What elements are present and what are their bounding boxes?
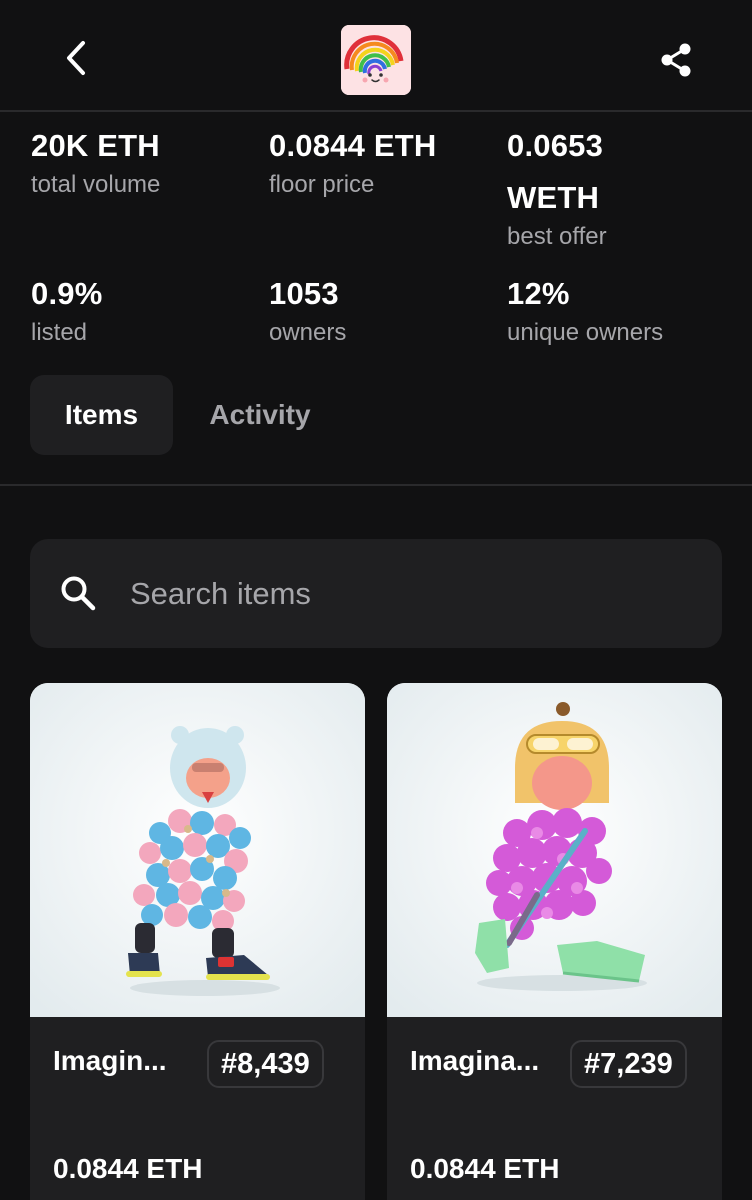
tab-activity[interactable]: Activity xyxy=(185,375,335,455)
stat-value: 0.0844 ETH xyxy=(269,128,437,163)
stat-value: 0.9% xyxy=(31,276,103,311)
stat-value-unit: WETH xyxy=(507,180,600,215)
stat-owners: 1053 owners xyxy=(269,268,346,346)
search-input[interactable] xyxy=(130,559,690,628)
stat-value: 0.0653 xyxy=(507,128,604,163)
item-number-badge: #7,239 xyxy=(570,1040,687,1088)
stat-value: 1053 xyxy=(269,276,339,311)
stat-label: owners xyxy=(269,319,347,346)
search-icon xyxy=(61,576,96,611)
stat-value: 20K ETH xyxy=(31,128,160,163)
chevron-left-icon xyxy=(67,41,85,75)
back-button[interactable] xyxy=(56,38,96,78)
search-bar[interactable] xyxy=(30,539,722,648)
stat-label: listed xyxy=(31,319,88,346)
item-price: 0.0844 ETH xyxy=(53,1153,203,1184)
share-button[interactable] xyxy=(654,38,698,82)
rainbow-face-logo xyxy=(341,25,411,95)
item-name: Imagina... xyxy=(410,1045,540,1076)
stat-unique-owners: 12% unique owners xyxy=(507,268,663,346)
stat-label: best offer xyxy=(507,223,607,250)
stat-value: 12% xyxy=(507,276,570,311)
stat-label: unique owners xyxy=(507,319,664,346)
stat-floor-price: 0.0844 ETH floor price xyxy=(269,120,436,198)
item-price: 0.0844 ETH xyxy=(410,1153,560,1184)
stat-listed: 0.9% listed xyxy=(31,268,102,346)
tab-items[interactable]: Items xyxy=(30,375,173,455)
collection-logo xyxy=(341,25,411,95)
item-name: Imagin... xyxy=(53,1045,167,1076)
divider xyxy=(0,484,752,486)
item-image xyxy=(30,683,365,1017)
stat-total-volume: 20K ETH total volume xyxy=(31,120,160,198)
stat-label: total volume xyxy=(31,171,161,198)
item-card[interactable]: Imagin... #8,439 0.0844 ETH xyxy=(30,683,365,1200)
item-number-badge: #8,439 xyxy=(207,1040,324,1088)
stat-label: floor price xyxy=(269,171,375,198)
share-icon xyxy=(661,43,691,77)
top-bar xyxy=(0,0,752,112)
item-card[interactable]: Imagina... #7,239 0.0844 ETH xyxy=(387,683,722,1200)
item-image xyxy=(387,683,722,1017)
stat-best-offer: 0.0653 WETH best offer xyxy=(507,120,607,250)
